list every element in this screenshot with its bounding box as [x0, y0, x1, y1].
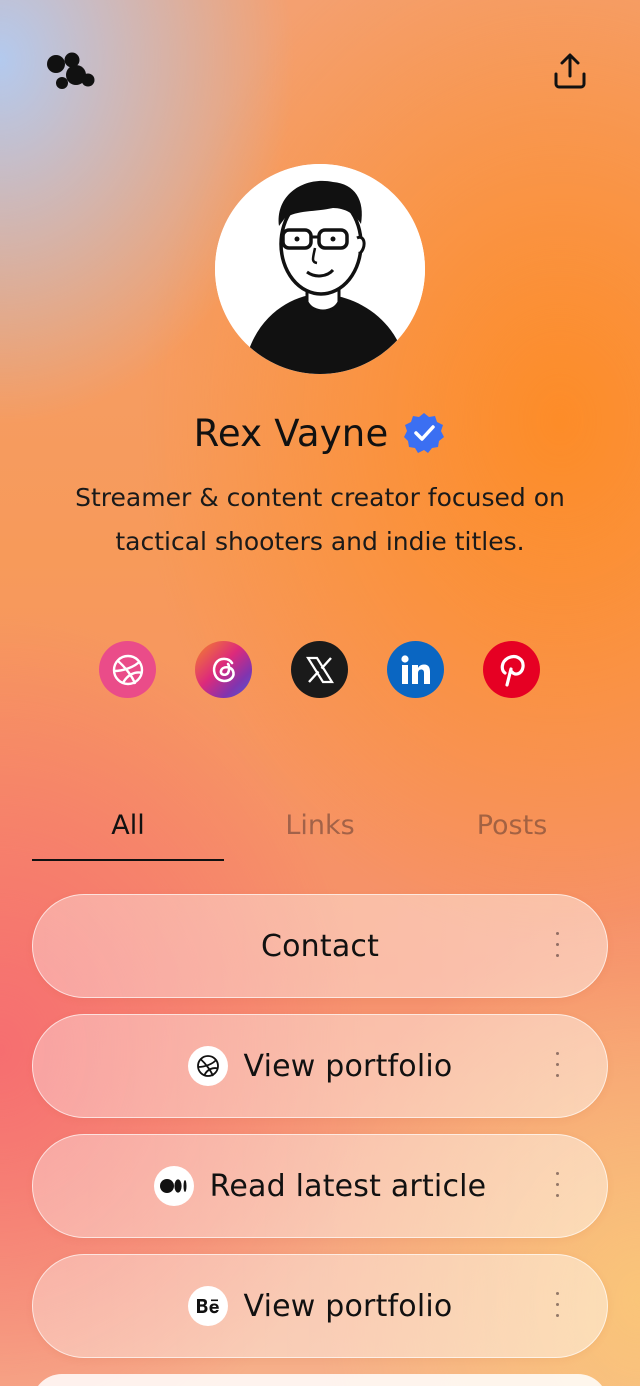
profile-name-row: Rex Vayne	[0, 405, 640, 461]
profile-bio: Streamer & content creator focused on ta…	[75, 483, 565, 556]
more-options-icon[interactable]	[553, 1292, 561, 1322]
tab-posts[interactable]: Posts	[416, 790, 608, 860]
social-icons-row	[0, 641, 640, 699]
link-label: View portfolio	[243, 1048, 453, 1084]
link-card-contact[interactable]: Contact	[32, 894, 608, 998]
pinterest-icon[interactable]	[483, 641, 540, 698]
linkedin-icon[interactable]	[387, 641, 444, 698]
link-card-partial[interactable]	[32, 1374, 608, 1386]
profile-name: Rex Vayne	[193, 411, 389, 455]
x-icon[interactable]	[291, 641, 348, 698]
content-tabs: All Links Posts	[32, 790, 608, 862]
dribbble-icon[interactable]	[99, 641, 156, 698]
share-upload-icon[interactable]	[552, 52, 588, 90]
top-bar	[0, 0, 640, 140]
more-options-icon[interactable]	[553, 932, 561, 962]
verified-badge-icon	[404, 413, 445, 453]
bubbles-logo-icon[interactable]	[44, 50, 98, 94]
avatar	[215, 164, 425, 374]
link-card-read-latest-article[interactable]: Read latest article	[32, 1134, 608, 1238]
active-tab-indicator	[32, 859, 224, 861]
link-label: Contact	[260, 928, 380, 964]
link-label: View portfolio	[243, 1288, 453, 1324]
avatar-illustration	[215, 164, 425, 374]
link-card-view-portfolio-dribbble[interactable]: View portfolio	[32, 1014, 608, 1118]
threads-icon[interactable]	[195, 641, 252, 698]
medium-icon	[153, 1166, 194, 1206]
more-options-icon[interactable]	[553, 1052, 561, 1082]
link-label: Read latest article	[209, 1168, 487, 1204]
more-options-icon[interactable]	[553, 1172, 561, 1202]
behance-icon	[187, 1286, 228, 1326]
link-card-view-portfolio-behance[interactable]: View portfolio	[32, 1254, 608, 1358]
tab-links[interactable]: Links	[224, 790, 416, 860]
tab-all[interactable]: All	[32, 790, 224, 860]
dribbble-icon	[187, 1046, 228, 1086]
